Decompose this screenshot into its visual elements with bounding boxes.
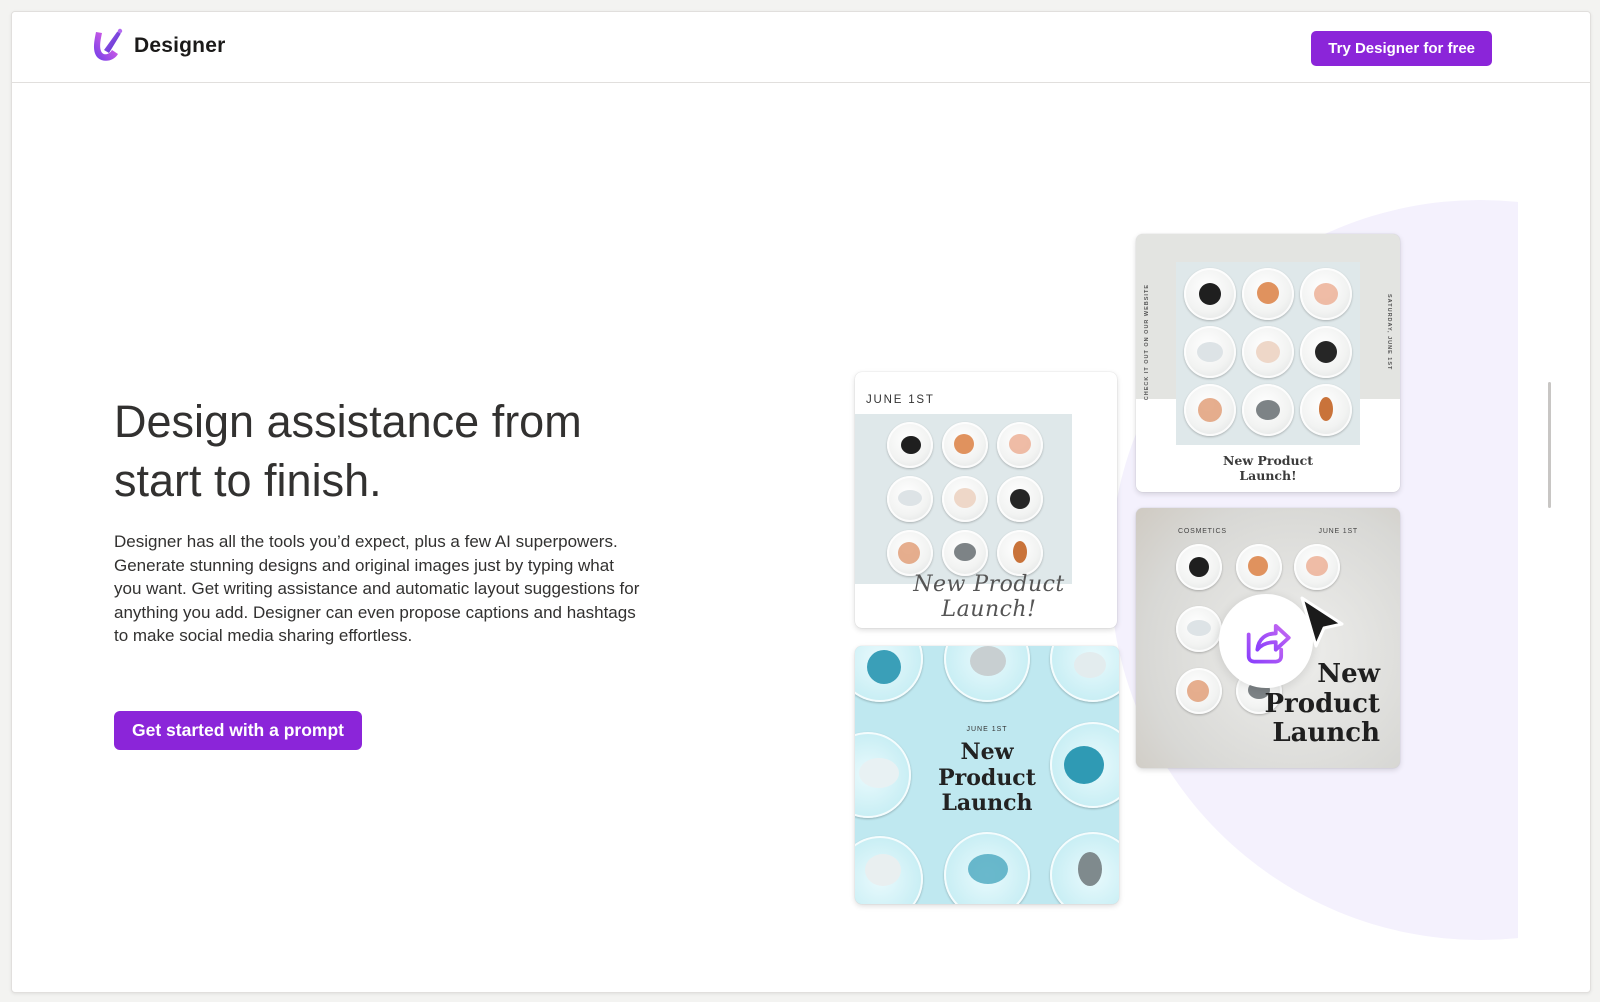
scrollbar-thumb[interactable] (1548, 382, 1551, 508)
hero-title-line-1: Design assistance from (114, 396, 582, 447)
swatch-plate (942, 422, 988, 468)
swatch-plate (1050, 646, 1119, 702)
card-side-label-left: CHECK IT OUT ON OUR WEBSITE (1144, 284, 1150, 401)
swatch-plate (1184, 268, 1236, 320)
card-label-left: COSMETICS (1178, 528, 1227, 535)
swatch-plate (944, 646, 1030, 702)
swatch-plate (1176, 668, 1222, 714)
brand[interactable]: Designer (90, 28, 225, 64)
brand-name: Designer (134, 34, 226, 57)
swatch-plate (1176, 606, 1222, 652)
swatch-plate (1300, 326, 1352, 378)
swatch-plate (1176, 544, 1222, 590)
sample-design-card-share[interactable]: COSMETICS JUNE 1ST New Product Launch (1136, 508, 1400, 768)
swatch-plate (887, 476, 933, 522)
top-nav: Designer Try Designer for free (12, 12, 1590, 83)
swatch-plate (1050, 832, 1119, 904)
card-title-line-1: New (960, 739, 1014, 765)
swatch-plate (1242, 384, 1294, 436)
sample-design-card-framed[interactable]: CHECK IT OUT ON OUR WEBSITE SATURDAY, JU… (1136, 234, 1400, 492)
swatch-plate (1294, 544, 1340, 590)
sample-design-card-blue[interactable]: JUNE 1ST New Product Launch (855, 646, 1119, 904)
browser-window: Designer Try Designer for free Design as… (11, 11, 1591, 993)
card-title-line-3: Launch (941, 790, 1033, 816)
decorative-background-mask (1518, 162, 1590, 982)
card-title-line-3: Launch (1272, 718, 1380, 748)
swatch-plate (887, 530, 933, 576)
card-title: New Product Launch (1264, 659, 1380, 749)
card-title: New Product Launch (855, 739, 1119, 817)
card-title-line-1: New Product (1222, 453, 1314, 468)
hero-title-line-2: start to finish. (114, 455, 382, 506)
swatch-plate (1184, 384, 1236, 436)
card-date-label: JUNE 1ST (966, 726, 1008, 733)
swatch-plate (1184, 326, 1236, 378)
swatch-plate (855, 836, 923, 904)
card-side-label-right: SATURDAY, JUNE 1ST (1386, 294, 1392, 371)
swatch-plate (1300, 384, 1352, 436)
swatch-plate (942, 530, 988, 576)
mouse-pointer-icon (1300, 596, 1344, 648)
try-designer-button[interactable]: Try Designer for free (1311, 31, 1492, 66)
hero-description: Designer has all the tools you’d expect,… (114, 532, 640, 645)
swatch-plate (997, 422, 1043, 468)
card-script-title: New Product Launch! (913, 572, 1065, 622)
swatch-plate (1242, 326, 1294, 378)
swatch-plate (1242, 268, 1294, 320)
hero-title: Design assistance from start to finish. (114, 392, 674, 510)
swatch-plate (942, 476, 988, 522)
card-label-right: JUNE 1ST (1318, 528, 1358, 535)
swatch-plate (887, 422, 933, 468)
sample-design-card-script[interactable]: JUNE 1ST New Product Launch! (855, 372, 1117, 628)
card-title-line-2: Product (938, 764, 1036, 791)
card-title-line-1: New (1317, 659, 1380, 689)
card-date-label: JUNE 1ST (866, 394, 935, 406)
designer-logo-icon (94, 28, 123, 61)
card-title-line-2: Launch! (1239, 468, 1297, 483)
swatch-plate (944, 832, 1030, 904)
swatch-plate (997, 530, 1043, 576)
swatch-plate (855, 646, 923, 702)
swatch-plate (997, 476, 1043, 522)
get-started-button[interactable]: Get started with a prompt (114, 711, 362, 750)
card-title-line-2: Product (1264, 688, 1380, 719)
swatch-plate (1236, 544, 1282, 590)
swatch-plate (1300, 268, 1352, 320)
card-title: New Product Launch! (1136, 453, 1400, 483)
